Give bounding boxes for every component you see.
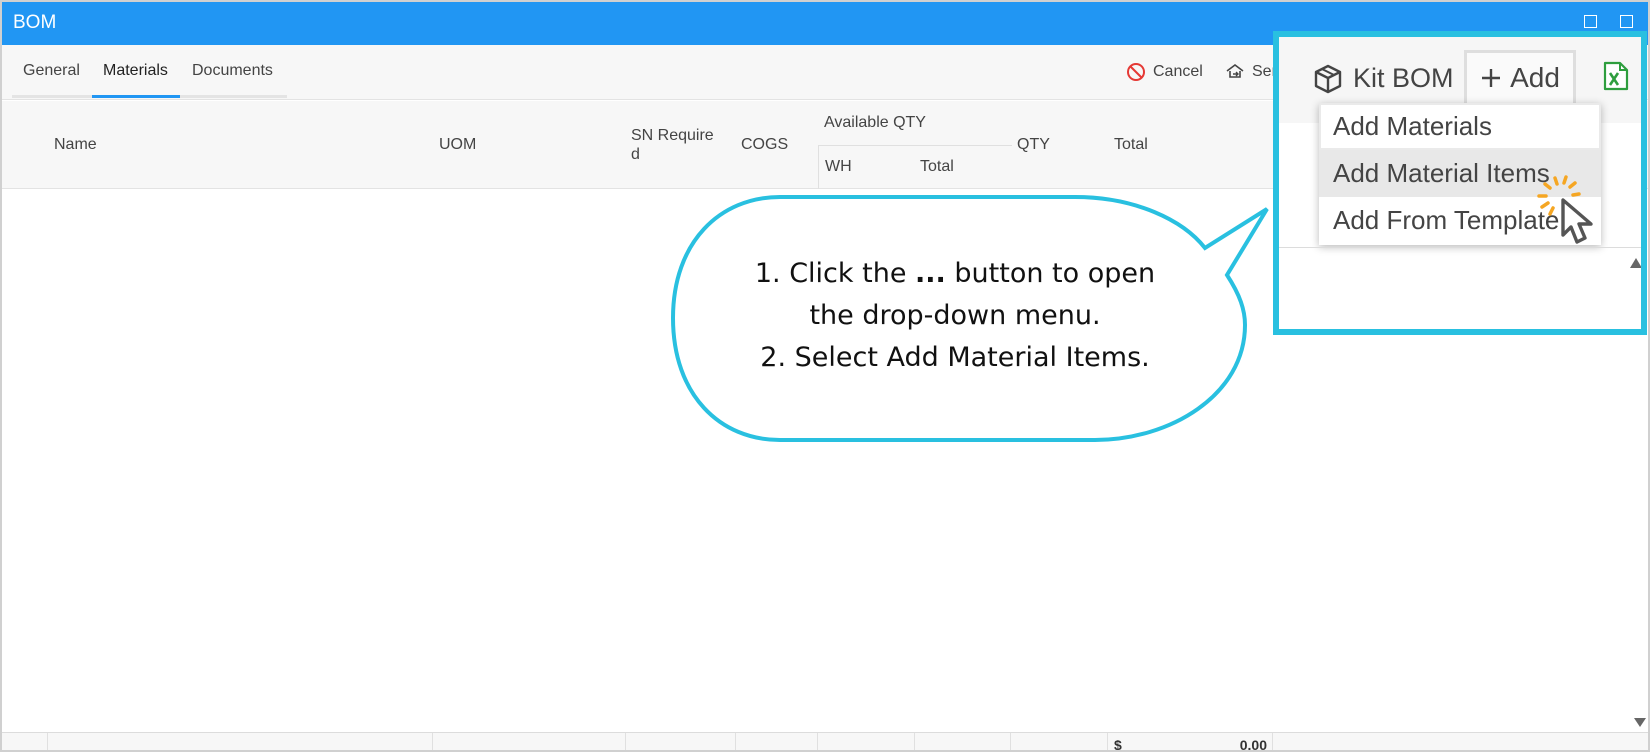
header-divider-vertical bbox=[818, 145, 819, 189]
callout-line1-suffix: button to open bbox=[954, 258, 1156, 289]
header-divider bbox=[818, 145, 1012, 146]
cancel-button[interactable]: Cancel bbox=[1126, 62, 1203, 82]
footer-cell bbox=[1010, 733, 1011, 750]
active-tab-indicator bbox=[92, 95, 180, 98]
maximize-icon[interactable] bbox=[1584, 15, 1597, 28]
window-title: BOM bbox=[13, 12, 57, 33]
send-icon bbox=[1226, 64, 1244, 78]
kit-bom-label: Kit BOM bbox=[1353, 63, 1454, 93]
add-button[interactable]: Add bbox=[1464, 50, 1576, 106]
callout-line2: the drop-down menu. bbox=[809, 300, 1101, 331]
tab-materials[interactable]: Materials bbox=[103, 62, 168, 80]
mouse-cursor-icon bbox=[1537, 175, 1593, 244]
footer-cell bbox=[432, 733, 433, 750]
col-cogs[interactable]: COGS bbox=[741, 136, 788, 154]
grid-footer: $ 0.00 bbox=[2, 732, 1648, 752]
footer-cell bbox=[735, 733, 736, 750]
col-sn-required[interactable]: SN Require d bbox=[631, 126, 714, 164]
footer-cell bbox=[817, 733, 818, 750]
callout-line1: 1. Click the ... button to open bbox=[700, 253, 1210, 295]
kit-box-icon bbox=[1314, 64, 1342, 93]
callout-line1-bold: ... bbox=[915, 258, 946, 289]
callout-instructions: 1. Click the ... button to open the drop… bbox=[700, 253, 1210, 379]
tab-documents[interactable]: Documents bbox=[192, 62, 273, 80]
zoom-scroll-up-arrow-icon bbox=[1630, 258, 1641, 268]
footer-currency: $ bbox=[1114, 737, 1122, 752]
excel-icon[interactable] bbox=[1603, 61, 1629, 91]
footer-total-value: 0.00 bbox=[1239, 737, 1267, 752]
plus-icon bbox=[1482, 69, 1501, 87]
col-available-qty: Available QTY bbox=[824, 114, 926, 131]
menu-item-add-materials[interactable]: Add Materials bbox=[1319, 103, 1601, 150]
footer-cell bbox=[914, 733, 915, 750]
cancel-icon bbox=[1127, 63, 1145, 81]
col-name[interactable]: Name bbox=[54, 136, 97, 154]
col-qty[interactable]: QTY bbox=[1017, 136, 1050, 154]
cancel-label: Cancel bbox=[1153, 63, 1203, 80]
callout-line3: 2. Select Add Material Items. bbox=[760, 342, 1150, 373]
col-total[interactable]: Total bbox=[1114, 136, 1148, 154]
scroll-down-arrow-icon[interactable] bbox=[1634, 718, 1646, 727]
restore-icon[interactable] bbox=[1620, 15, 1633, 28]
footer-cell bbox=[625, 733, 626, 750]
tab-general[interactable]: General bbox=[23, 62, 80, 80]
col-available-total[interactable]: Total bbox=[920, 158, 954, 176]
callout-line1-prefix: 1. Click the bbox=[754, 258, 907, 289]
col-uom[interactable]: UOM bbox=[439, 136, 476, 154]
col-wh[interactable]: WH bbox=[825, 158, 852, 176]
footer-cell bbox=[47, 733, 48, 750]
kit-bom-button[interactable]: Kit BOM bbox=[1313, 63, 1454, 94]
tab-strip: General Materials Documents bbox=[12, 45, 287, 98]
add-label: Add bbox=[1510, 62, 1560, 93]
col-sn-required-line1: SN Require bbox=[631, 127, 714, 144]
col-sn-required-line2: d bbox=[631, 146, 640, 163]
footer-cell bbox=[1107, 733, 1108, 750]
footer-cell bbox=[1272, 733, 1273, 750]
